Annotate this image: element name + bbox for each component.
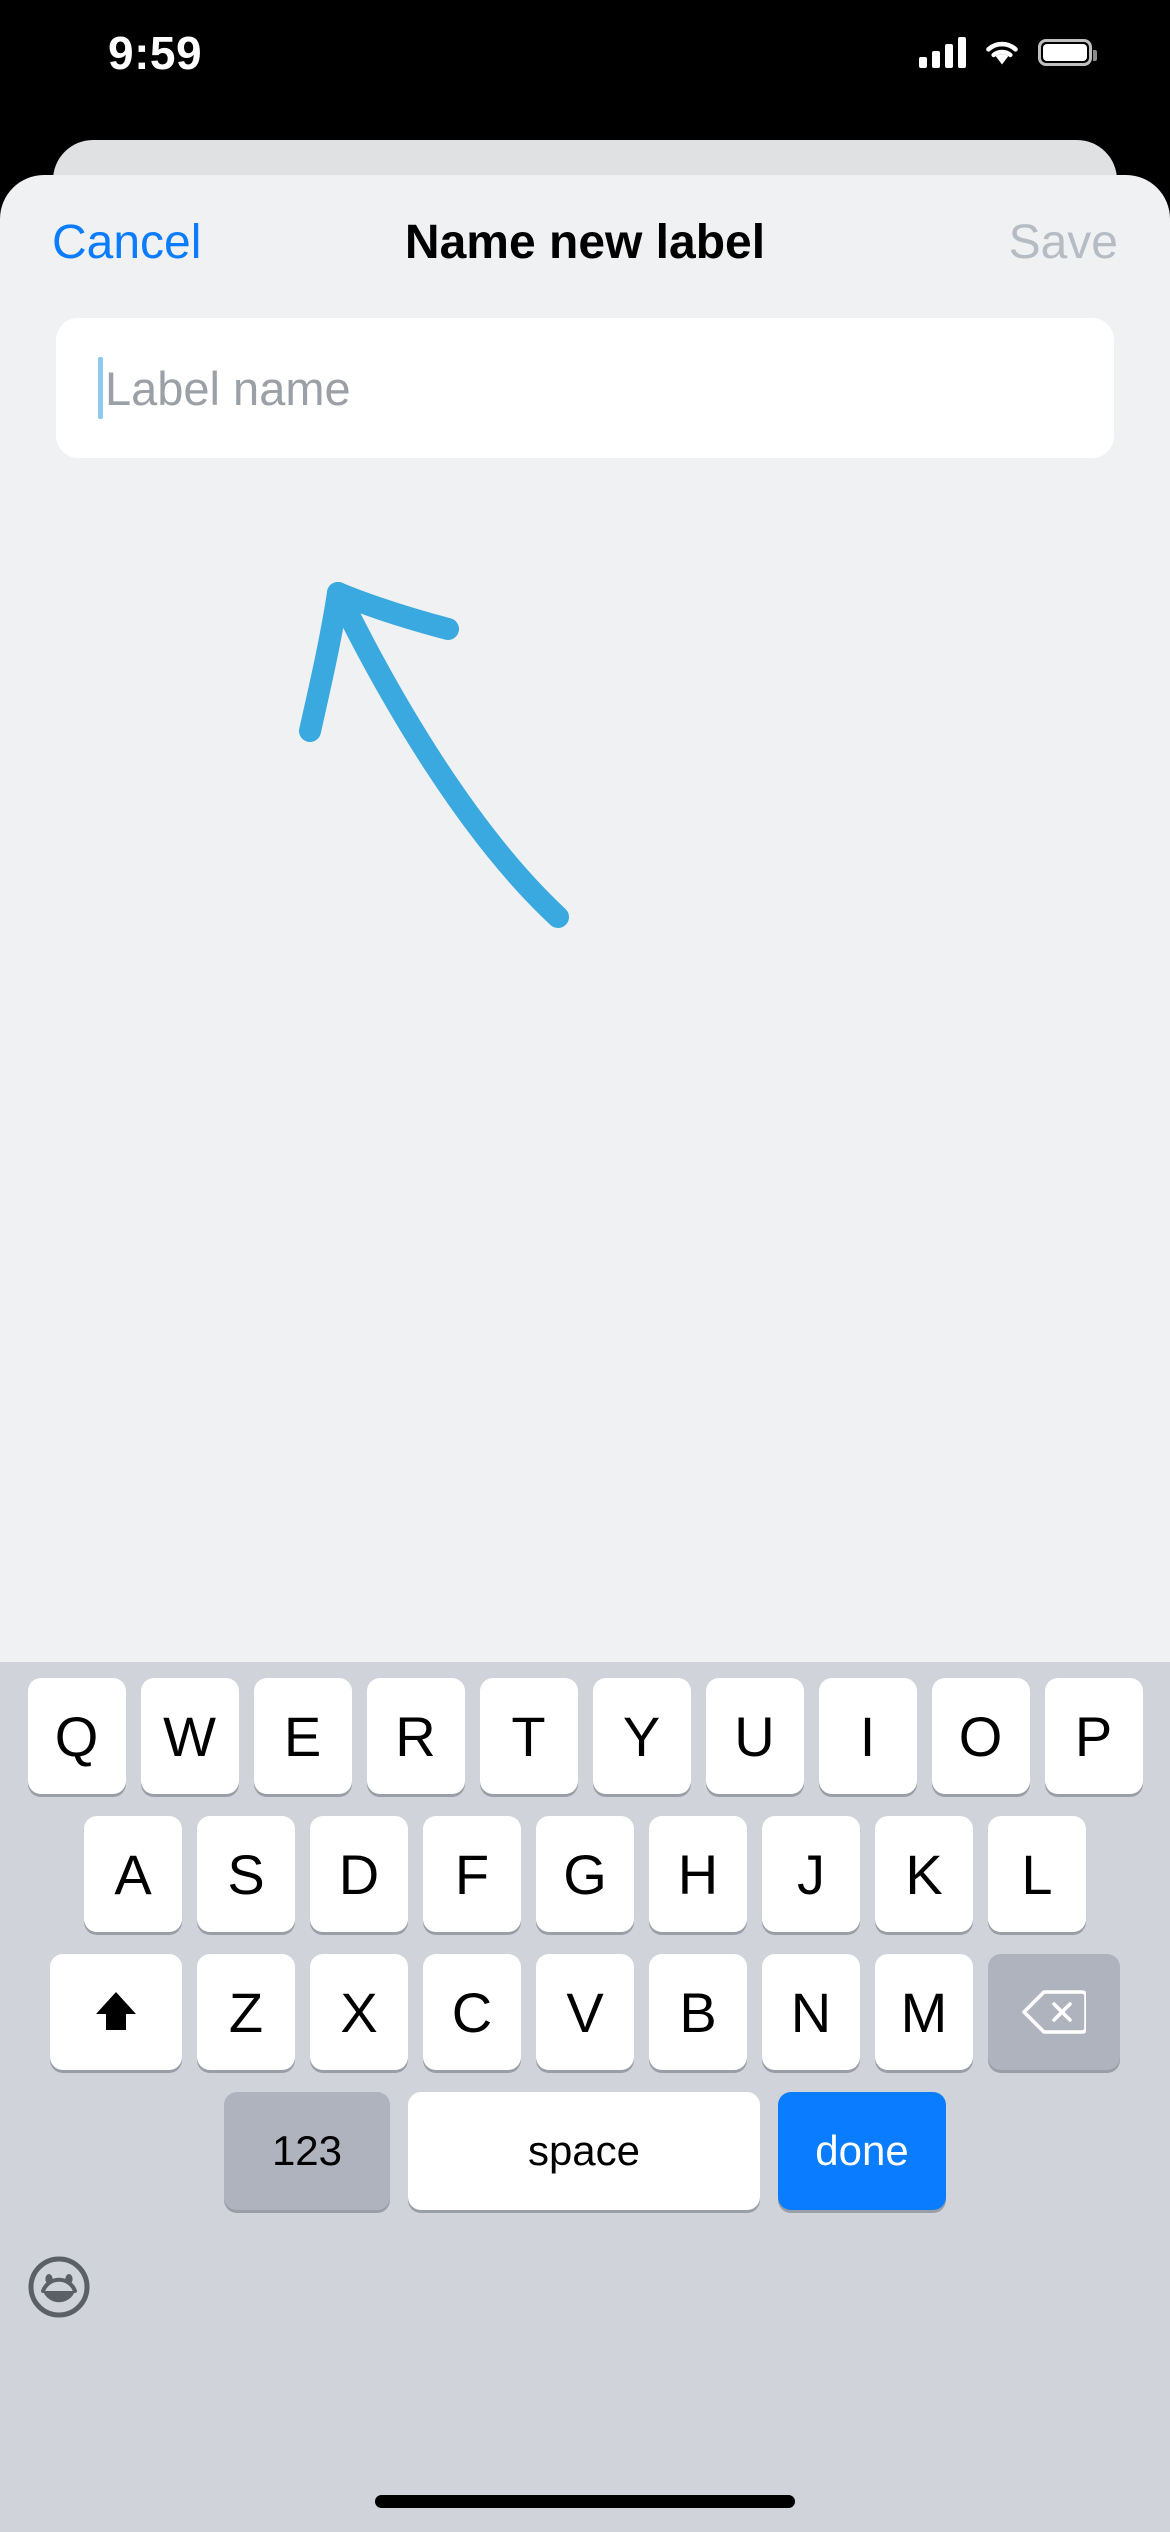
keyboard-row-3: Z X C V B N M [0,1954,1170,2070]
key-f[interactable]: F [423,1816,521,1932]
key-l[interactable]: L [988,1816,1086,1932]
shift-arrow-icon [88,1984,144,2040]
save-button[interactable]: Save [1009,219,1118,267]
key-v[interactable]: V [536,1954,634,2070]
key-x[interactable]: X [310,1954,408,2070]
key-g[interactable]: G [536,1816,634,1932]
emoji-smiley-icon [26,2254,92,2320]
key-d[interactable]: D [310,1816,408,1932]
keyboard-utility-row [0,2232,1170,2342]
key-a[interactable]: A [84,1816,182,1932]
cancel-button[interactable]: Cancel [52,219,201,267]
software-keyboard: Q W E R T Y U I O P A S D F G H J K L [0,1662,1170,2532]
shift-key[interactable] [50,1954,182,2070]
key-i[interactable]: I [819,1678,917,1794]
phone-screen: 9:59 Cancel Name new label Save Lab [0,0,1170,2532]
numbers-key[interactable]: 123 [224,2092,390,2210]
key-q[interactable]: Q [28,1678,126,1794]
wifi-icon [982,37,1022,67]
key-p[interactable]: P [1045,1678,1143,1794]
keyboard-row-2: A S D F G H J K L [0,1816,1170,1932]
key-y[interactable]: Y [593,1678,691,1794]
key-w[interactable]: W [141,1678,239,1794]
key-s[interactable]: S [197,1816,295,1932]
key-h[interactable]: H [649,1816,747,1932]
space-key[interactable]: space [408,2092,760,2210]
key-t[interactable]: T [480,1678,578,1794]
key-r[interactable]: R [367,1678,465,1794]
key-n[interactable]: N [762,1954,860,2070]
key-b[interactable]: B [649,1954,747,2070]
signal-bars-icon [919,36,966,68]
text-caret [98,357,103,419]
status-bar-time: 9:59 [108,30,202,76]
backspace-delete-icon [1022,1987,1086,2037]
status-bar: 9:59 [0,0,1170,100]
emoji-key[interactable] [26,2254,92,2320]
key-e[interactable]: E [254,1678,352,1794]
battery-icon [1038,39,1092,66]
backspace-key[interactable] [988,1954,1120,2070]
done-key[interactable]: done [778,2092,946,2210]
status-bar-indicators [919,36,1092,68]
sheet-navigation-bar: Cancel Name new label Save [0,175,1170,310]
keyboard-row-1: Q W E R T Y U I O P [0,1678,1170,1794]
label-name-placeholder: Label name [105,365,351,412]
key-m[interactable]: M [875,1954,973,2070]
key-k[interactable]: K [875,1816,973,1932]
key-u[interactable]: U [706,1678,804,1794]
label-name-input[interactable]: Label name [56,318,1114,458]
key-j[interactable]: J [762,1816,860,1932]
key-z[interactable]: Z [197,1954,295,2070]
label-name-field-container: Label name [0,318,1170,458]
home-indicator [375,2495,795,2508]
key-o[interactable]: O [932,1678,1030,1794]
keyboard-row-4: 123 space done [0,2092,1170,2210]
key-c[interactable]: C [423,1954,521,2070]
